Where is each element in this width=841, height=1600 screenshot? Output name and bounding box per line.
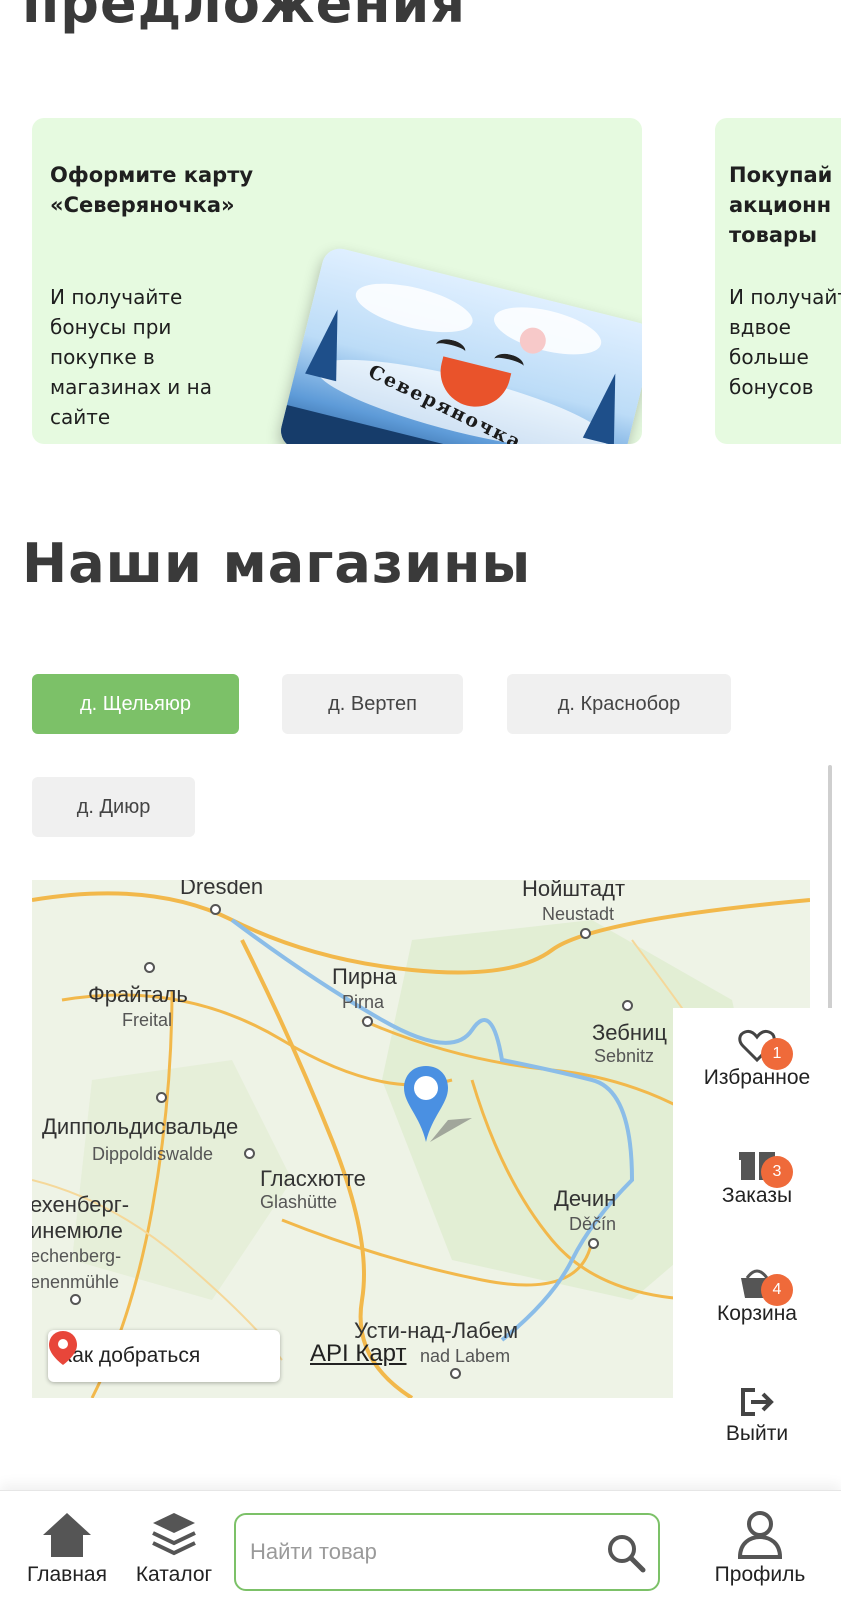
user-icon — [737, 1511, 783, 1559]
cart-button[interactable]: 4 Корзина — [673, 1264, 841, 1326]
offer-title: Покупай акционн товары — [729, 163, 833, 247]
map-city-dot — [210, 904, 221, 915]
map-label-dippoldiswalde-ru: Диппольдисвальде — [42, 1114, 239, 1139]
map-label-pirna: Pirna — [342, 992, 385, 1012]
map-label-glashuette-ru: Гласхютте — [260, 1166, 366, 1191]
map-city-dot — [144, 962, 155, 973]
map-city-dot — [156, 1092, 167, 1103]
map-city-dot — [588, 1238, 599, 1249]
map-city-dot — [70, 1294, 81, 1305]
logout-icon — [737, 1384, 777, 1420]
map-city-dot — [244, 1148, 255, 1159]
logout-button[interactable]: Выйти — [673, 1384, 841, 1446]
offer-description: И получайте вдвое больше бонусов — [729, 285, 841, 399]
store-tab-diyur[interactable]: д. Диюр — [32, 777, 195, 837]
location-pin-icon — [49, 1331, 77, 1365]
offers-section-title: предложения — [22, 0, 467, 35]
store-tab-vertep[interactable]: д. Вертеп — [282, 674, 463, 734]
route-button-label: Как добраться — [60, 1344, 201, 1367]
nav-home-label: Главная — [27, 1563, 107, 1586]
nav-catalog-label: Каталог — [135, 1563, 213, 1586]
orders-badge: 3 — [761, 1156, 793, 1188]
map-label-altenberg-1: echenberg- — [32, 1246, 122, 1266]
map-label-usti: nad Labem — [420, 1346, 511, 1366]
map-label-dresden: Dresden — [180, 880, 264, 899]
map-city-dot — [622, 1000, 633, 1011]
nav-home[interactable]: Главная — [20, 1509, 114, 1587]
stores-section-title: Наши магазины — [22, 532, 532, 595]
favorites-badge: 1 — [761, 1038, 793, 1070]
map-label-altenberg-ru-1: ехенберг- — [32, 1192, 130, 1217]
map-label-decin-ru: Дечин — [554, 1186, 617, 1211]
layers-icon — [152, 1513, 196, 1556]
map-label-freital-ru: Фрайталь — [88, 982, 188, 1007]
basket-icon: 4 — [737, 1264, 793, 1306]
nav-profile[interactable]: Профиль — [700, 1509, 820, 1587]
home-icon — [43, 1513, 91, 1557]
search-input[interactable] — [250, 1533, 590, 1571]
map-label-freital: Freital — [122, 1010, 173, 1030]
heart-icon: 1 — [737, 1028, 793, 1070]
loyalty-card-image: Северяночка — [277, 244, 642, 444]
map-label-pirna-ru: Пирна — [332, 964, 397, 989]
map-label-altenberg-2: enenmühle — [32, 1272, 120, 1292]
map-city-dot — [450, 1368, 461, 1379]
map-label-glashuette: Glashütte — [260, 1192, 338, 1212]
route-button[interactable]: Как добраться — [48, 1330, 280, 1382]
search-box[interactable] — [234, 1513, 660, 1591]
map-city-dot — [580, 928, 591, 939]
offer-title: Оформите карту «Северяночка» — [50, 163, 254, 217]
nav-profile-label: Профиль — [714, 1563, 806, 1586]
map-label-neustadt-ru: Нойштадт — [522, 880, 626, 901]
map-label-decin: Děčín — [569, 1214, 617, 1234]
offer-card-promo[interactable]: Покупай акционн товары И получайте вдвое… — [715, 118, 841, 444]
map-label-dippoldiswalde: Dippoldiswalde — [92, 1144, 214, 1164]
cart-badge: 4 — [761, 1274, 793, 1306]
orders-button[interactable]: 3 Заказы — [673, 1146, 841, 1208]
box-icon: 3 — [737, 1146, 793, 1188]
map-city-dot — [362, 1016, 373, 1027]
nav-catalog[interactable]: Каталог — [124, 1509, 224, 1587]
search-icon[interactable] — [606, 1533, 646, 1573]
orders-label: Заказы — [721, 1184, 793, 1207]
map-label-sebnitz-ru: Зебниц — [592, 1020, 667, 1045]
map-label-sebnitz: Sebnitz — [594, 1046, 655, 1066]
store-tab-krasnobor[interactable]: д. Краснобор — [507, 674, 731, 734]
logout-label: Выйти — [725, 1422, 789, 1445]
map-label-altenberg-ru-2: инемюле — [32, 1218, 123, 1243]
favorites-label: Избранное — [703, 1066, 811, 1089]
map-label-neustadt: Neustadt — [542, 904, 615, 924]
bottom-nav-bar: Главная Каталог Профиль — [0, 1490, 841, 1600]
cart-label: Корзина — [717, 1302, 797, 1325]
map-api-link[interactable]: API Карт — [310, 1340, 407, 1368]
offer-card-loyalty[interactable]: Оформите карту «Северяночка» И получайте… — [32, 118, 642, 444]
offer-description: И получайте бонусы при покупке в магазин… — [50, 285, 212, 429]
store-tab-shchelyayur[interactable]: д. Щельяюр — [32, 674, 239, 734]
favorites-button[interactable]: 1 Избранное — [673, 1028, 841, 1090]
map-pin-icon[interactable] — [400, 1060, 480, 1150]
